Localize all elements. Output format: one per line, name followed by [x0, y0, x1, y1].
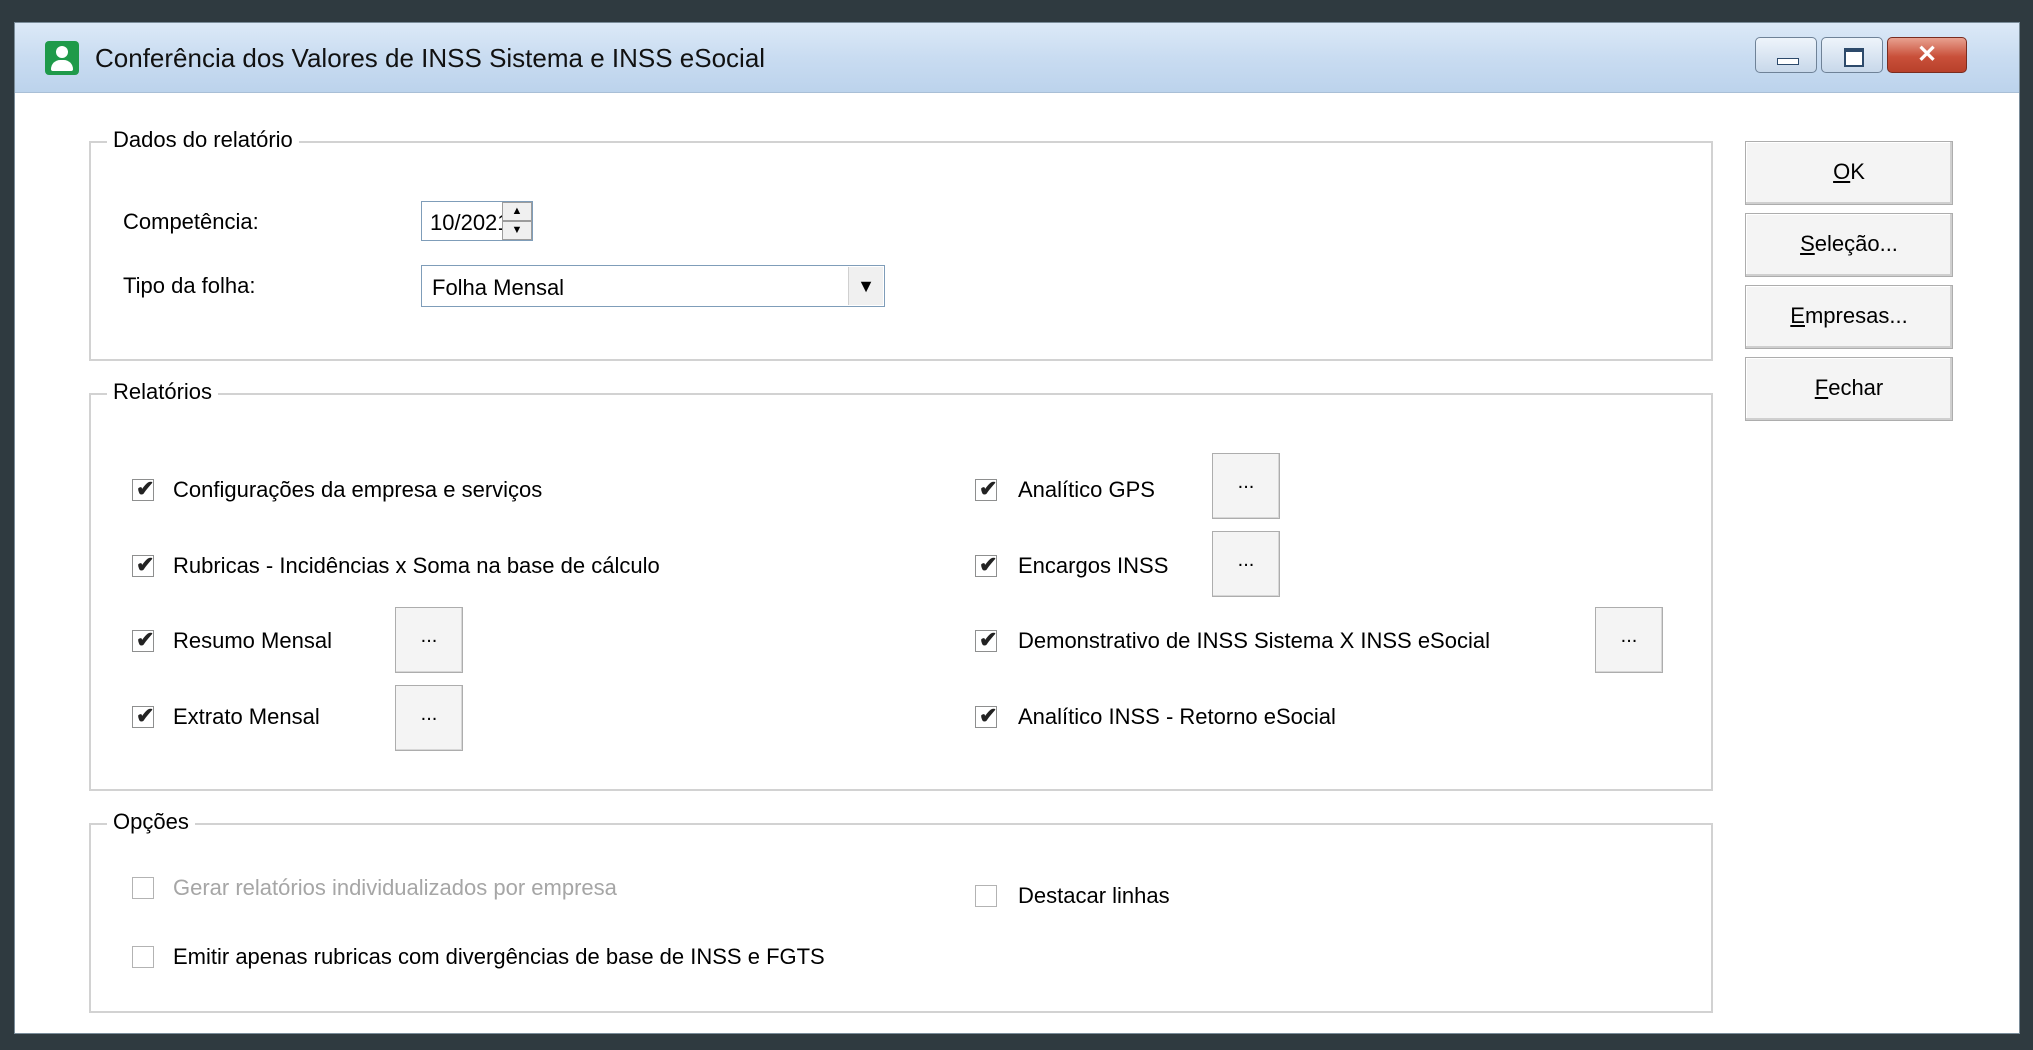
checkbox-gerar-individualizados[interactable] — [132, 877, 154, 899]
opcoes-group: Opções — [89, 809, 1713, 1013]
label-extrato-mensal: Extrato Mensal — [173, 704, 320, 729]
demonstrativo-options-button[interactable]: ... — [1595, 607, 1663, 673]
label-emitir-rubricas: Emitir apenas rubricas com divergências … — [173, 944, 825, 969]
title-bar[interactable]: Conferência dos Valores de INSS Sistema … — [15, 23, 2019, 93]
competencia-value: 10/2021 — [430, 210, 510, 235]
label-demonstrativo: Demonstrativo de INSS Sistema X INSS eSo… — [1018, 628, 1490, 653]
checkbox-encargos-inss[interactable]: ✔ — [975, 552, 997, 577]
checkbox-configuracoes[interactable]: ✔ — [132, 476, 154, 501]
checkbox-analitico-gps[interactable]: ✔ — [975, 476, 997, 501]
maximize-icon — [1844, 48, 1864, 67]
analitico-gps-options-button[interactable]: ... — [1212, 453, 1280, 519]
label-gerar-individualizados: Gerar relatórios individualizados por em… — [173, 875, 617, 900]
close-button[interactable]: ✕ — [1887, 37, 1967, 73]
checkbox-emitir-rubricas[interactable] — [132, 946, 154, 968]
opcoes-legend: Opções — [107, 809, 195, 835]
close-icon: ✕ — [1916, 41, 1938, 68]
checkbox-extrato-mensal[interactable]: ✔ — [132, 703, 154, 728]
label-analitico-inss: Analítico INSS - Retorno eSocial — [1018, 704, 1336, 729]
app-user-icon — [45, 41, 79, 75]
checkbox-destacar-linhas[interactable] — [975, 885, 997, 907]
label-resumo-mensal: Resumo Mensal — [173, 628, 332, 653]
label-analitico-gps: Analítico GPS — [1018, 477, 1155, 502]
dados-relatorio-legend: Dados do relatório — [107, 127, 299, 153]
label-encargos-inss: Encargos INSS — [1018, 553, 1169, 578]
tipo-folha-value: Folha Mensal — [432, 275, 565, 300]
label-rubricas: Rubricas - Incidências x Soma na base de… — [173, 553, 660, 578]
label-configuracoes: Configurações da empresa e serviços — [173, 477, 543, 502]
dialog-window: Conferência dos Valores de INSS Sistema … — [14, 22, 2020, 1034]
tipo-folha-label: Tipo da folha: — [123, 273, 256, 298]
checkbox-demonstrativo[interactable]: ✔ — [975, 627, 997, 652]
chevron-down-icon[interactable]: ▼ — [848, 267, 883, 305]
spin-up-icon[interactable]: ▲ — [502, 202, 532, 221]
extrato-mensal-options-button[interactable]: ... — [395, 685, 463, 751]
selecao-button[interactable]: Seleção... — [1745, 213, 1953, 277]
competencia-input[interactable]: 10/2021 ▲ ▼ — [421, 201, 533, 241]
minimize-button[interactable] — [1755, 37, 1817, 73]
spin-down-icon[interactable]: ▼ — [502, 221, 532, 240]
checkbox-resumo-mensal[interactable]: ✔ — [132, 627, 154, 652]
checkbox-analitico-inss[interactable]: ✔ — [975, 703, 997, 728]
empresas-button[interactable]: Empresas... — [1745, 285, 1953, 349]
window-title: Conferência dos Valores de INSS Sistema … — [95, 43, 766, 73]
checkbox-rubricas[interactable]: ✔ — [132, 552, 154, 577]
tipo-folha-select[interactable]: Folha Mensal ▼ — [421, 265, 885, 307]
resumo-mensal-options-button[interactable]: ... — [395, 607, 463, 673]
encargos-inss-options-button[interactable]: ... — [1212, 531, 1280, 597]
ok-button[interactable]: OK — [1745, 141, 1953, 205]
minimize-icon — [1777, 58, 1799, 65]
relatorios-group: Relatórios — [89, 379, 1713, 791]
competencia-label: Competência: — [123, 209, 259, 234]
fechar-button[interactable]: Fechar — [1745, 357, 1953, 421]
maximize-button[interactable] — [1821, 37, 1883, 73]
relatorios-legend: Relatórios — [107, 379, 219, 405]
dados-relatorio-group: Dados do relatório — [89, 127, 1713, 361]
label-destacar-linhas: Destacar linhas — [1018, 883, 1170, 908]
